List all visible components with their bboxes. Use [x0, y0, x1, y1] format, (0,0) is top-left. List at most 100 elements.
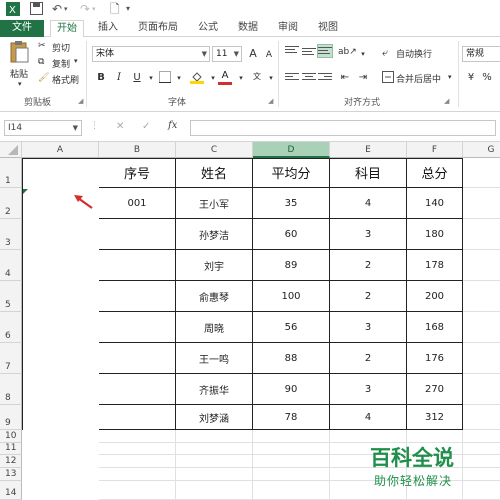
table-cell[interactable]: 180: [407, 219, 463, 250]
font-color-dropdown-icon[interactable]: ▾: [234, 71, 248, 85]
table-cell[interactable]: 90: [253, 374, 330, 405]
paste-dropdown-icon[interactable]: ▾: [18, 80, 22, 88]
column-header-a[interactable]: A: [22, 142, 99, 158]
accounting-format-icon[interactable]: ¥: [464, 71, 478, 85]
grid-cell[interactable]: [176, 443, 253, 455]
table-cell[interactable]: 178: [407, 250, 463, 281]
grow-font-button[interactable]: A: [246, 47, 260, 61]
alignment-launcher-icon[interactable]: ◢: [444, 97, 449, 105]
grid-cell[interactable]: [176, 455, 253, 468]
grid-cell[interactable]: [99, 468, 176, 481]
grid-cell[interactable]: [253, 481, 330, 500]
format-painter-button[interactable]: 格式刷: [52, 73, 79, 86]
table-cell[interactable]: [99, 343, 176, 374]
row-header-12[interactable]: 12: [0, 455, 22, 468]
grid-cell[interactable]: [463, 374, 500, 405]
merge-center-icon[interactable]: [382, 71, 394, 86]
customize-qat-icon[interactable]: ▾: [126, 2, 130, 16]
copy-dropdown-icon[interactable]: ▾: [74, 57, 78, 65]
table-cell[interactable]: 齐振华: [176, 374, 253, 405]
underline-button[interactable]: U: [130, 71, 144, 85]
table-cell[interactable]: 140: [407, 188, 463, 219]
wrap-text-button[interactable]: 自动换行: [396, 47, 432, 60]
table-cell[interactable]: 4: [330, 188, 407, 219]
row-header-13[interactable]: 13: [0, 468, 22, 481]
cut-button[interactable]: 剪切: [52, 41, 70, 54]
tab-formulas[interactable]: 公式: [192, 20, 224, 37]
table-cell[interactable]: 200: [407, 281, 463, 312]
row-header-8[interactable]: 8: [0, 374, 22, 405]
table-cell[interactable]: 168: [407, 312, 463, 343]
tab-data[interactable]: 数据: [232, 20, 264, 37]
table-cell[interactable]: 100: [253, 281, 330, 312]
grid-cell[interactable]: [463, 405, 500, 430]
percent-style-icon[interactable]: %: [480, 71, 494, 85]
column-header-b[interactable]: B: [99, 142, 176, 158]
row-header-9[interactable]: 9: [0, 405, 22, 430]
align-middle-icon[interactable]: [302, 46, 316, 58]
chevron-down-icon[interactable]: ▼: [73, 121, 78, 135]
bold-button[interactable]: B: [94, 71, 108, 85]
row-header-2[interactable]: 2: [0, 188, 22, 219]
orientation-icon[interactable]: ab↗: [338, 45, 357, 59]
font-color-button[interactable]: A: [218, 69, 232, 83]
table-cell[interactable]: 88: [253, 343, 330, 374]
italic-button[interactable]: I: [112, 71, 126, 85]
borders-dropdown-icon[interactable]: ▾: [172, 71, 186, 85]
column-header-d[interactable]: D: [253, 142, 330, 158]
enter-icon[interactable]: ✓: [142, 121, 150, 132]
grid-cell[interactable]: [99, 481, 176, 500]
table-cell[interactable]: 56: [253, 312, 330, 343]
table-cell[interactable]: 270: [407, 374, 463, 405]
table-cell[interactable]: 35: [253, 188, 330, 219]
tab-view[interactable]: 视图: [312, 20, 344, 37]
table-cell[interactable]: 俞惠琴: [176, 281, 253, 312]
align-left-icon[interactable]: [285, 71, 299, 83]
table-cell[interactable]: 周晓: [176, 312, 253, 343]
tab-file[interactable]: 文件: [0, 20, 44, 37]
paste-icon[interactable]: [9, 40, 29, 67]
column-header-f[interactable]: F: [407, 142, 463, 158]
table-cell[interactable]: [99, 281, 176, 312]
tab-home[interactable]: 开始: [50, 20, 84, 38]
undo-dropdown-icon[interactable]: ▾: [64, 2, 68, 16]
table-cell[interactable]: 王一鸣: [176, 343, 253, 374]
align-top-icon[interactable]: [285, 44, 299, 56]
table-cell[interactable]: 2: [330, 281, 407, 312]
grid-cell[interactable]: [463, 250, 500, 281]
grid-cell[interactable]: [463, 343, 500, 374]
cut-icon[interactable]: ✂: [38, 41, 46, 51]
grid-cell[interactable]: [463, 158, 500, 188]
phonetic-icon[interactable]: 文: [250, 70, 264, 84]
column-header-e[interactable]: E: [330, 142, 407, 158]
table-cell[interactable]: 78: [253, 405, 330, 430]
font-name-combo[interactable]: 宋体 ▼: [92, 46, 210, 62]
wrap-text-icon[interactable]: ⤶: [382, 46, 388, 60]
grid-cell[interactable]: [176, 481, 253, 500]
table-cell[interactable]: 001: [99, 188, 176, 219]
align-center-icon[interactable]: [302, 71, 316, 83]
borders-icon[interactable]: [158, 71, 172, 85]
orientation-dropdown-icon[interactable]: ▾: [356, 47, 370, 61]
underline-dropdown-icon[interactable]: ▾: [144, 71, 158, 85]
grid-cell[interactable]: [253, 443, 330, 455]
shrink-font-button[interactable]: A: [262, 48, 276, 62]
format-painter-icon[interactable]: 🖌: [38, 73, 49, 83]
cancel-icon[interactable]: ✕: [116, 121, 124, 132]
table-cell[interactable]: 3: [330, 312, 407, 343]
undo-icon[interactable]: ↶: [52, 2, 62, 16]
table-cell[interactable]: [99, 219, 176, 250]
table-header-cell[interactable]: 总分: [407, 158, 463, 188]
tab-insert[interactable]: 插入: [92, 20, 124, 37]
grid-cell[interactable]: [253, 455, 330, 468]
grid-cell[interactable]: [463, 219, 500, 250]
table-header-cell[interactable]: 科目: [330, 158, 407, 188]
phonetic-dropdown-icon[interactable]: ▾: [264, 71, 278, 85]
font-size-combo[interactable]: 11 ▼: [212, 46, 242, 62]
redo-dropdown-icon[interactable]: ▾: [92, 2, 96, 16]
row-header-11[interactable]: 11: [0, 443, 22, 455]
table-cell[interactable]: 2: [330, 343, 407, 374]
row-header-14[interactable]: 14: [0, 481, 22, 500]
table-header-cell[interactable]: 姓名: [176, 158, 253, 188]
row-header-3[interactable]: 3: [0, 219, 22, 250]
